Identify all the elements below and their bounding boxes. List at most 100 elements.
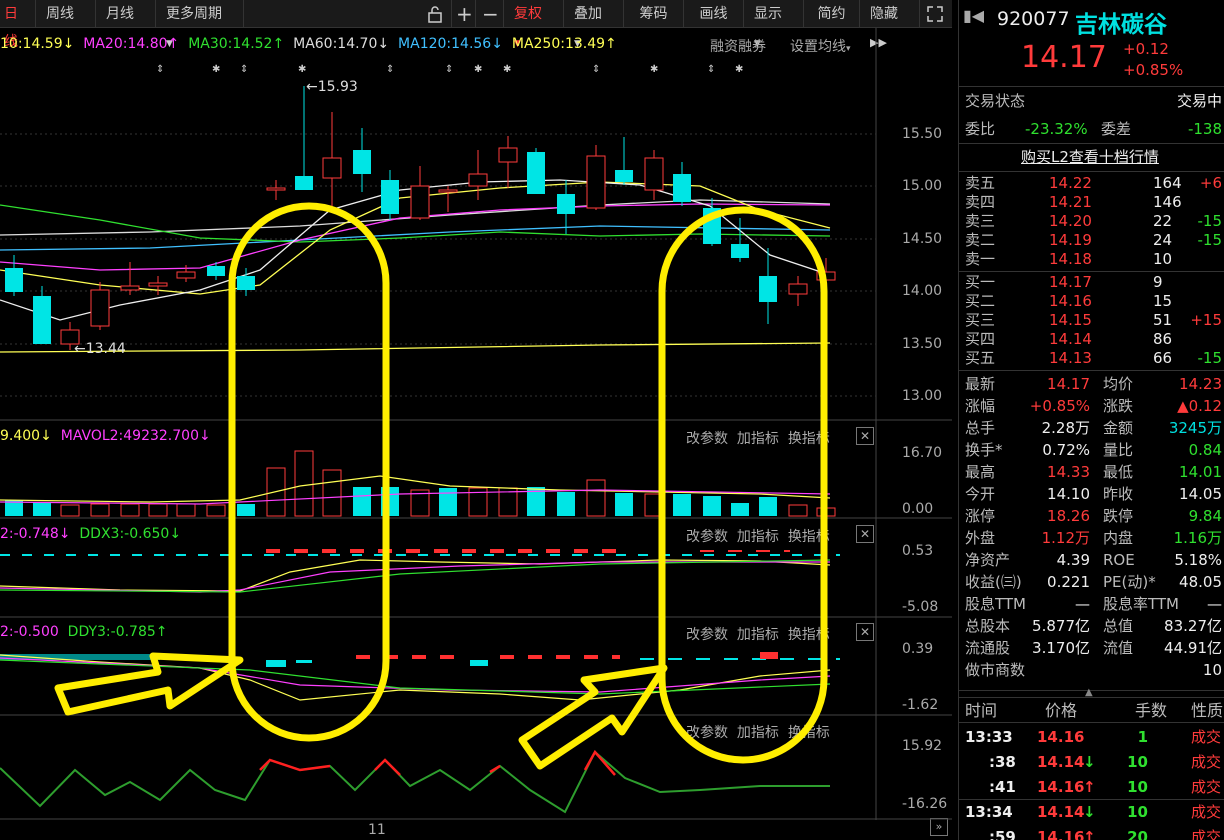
stat-value: 44.91亿 [1164,639,1222,657]
candle-body [120,285,140,291]
stat-label: 总手 [965,419,996,437]
trade-price: 14.14 [1037,803,1085,821]
book-level-label: 买五 [965,349,996,367]
high-annotation: ←15.93 [306,79,358,95]
book-level-volume: 9 [1153,273,1163,291]
chart-canvas[interactable]: ⇕ ✱ ⇕ ✱ ⇕ ⇕ ✱ ✱ ⇕ ✱ ⇕ ✱ ←15.93 ←13.44 [0,0,952,840]
weicha-label: 委差 [1101,120,1132,138]
stat-value: 14.05 [1179,485,1222,503]
svg-text:⇕: ⇕ [592,64,600,75]
trades-header-price: 价格 [1045,701,1078,720]
ind4-line [0,750,830,814]
volume-bar [60,504,80,517]
candle-body [498,147,518,163]
volume-bar [176,503,196,517]
trade-volume: 10 [1127,803,1148,821]
candle-body [295,176,313,190]
volume-bar [237,504,255,516]
candle-body [644,157,664,191]
trade-nature: 成交 [1191,753,1222,771]
trade-time: :38 [989,753,1016,771]
volume-bar [557,492,575,516]
stat-value: 10 [1202,661,1222,679]
stat-label: 外盘 [965,529,996,547]
trade-nature: 成交 [1191,778,1222,796]
candle-body [557,194,575,214]
stat-value: +0.85% [1029,397,1090,415]
book-level-change: +15 [1190,311,1222,329]
trades-header-nature: 性质 [1191,701,1224,720]
volume-bar [33,502,51,516]
trade-price: 14.16 [1037,728,1085,746]
volume-bar [615,493,633,516]
book-level-label: 买三 [965,311,996,329]
book-level-volume: 10 [1153,250,1173,268]
svg-text:⇕: ⇕ [240,64,248,75]
volume-bar [759,497,777,516]
stat-value: 83.27亿 [1164,617,1222,635]
collapse-icon[interactable]: ▮◀ [963,6,984,25]
book-level-price: 14.14 [1049,330,1092,348]
stat-label: 涨停 [965,507,996,525]
candle-body [410,185,430,219]
stat-value: 14.10 [1047,485,1090,503]
book-level-label: 卖四 [965,193,996,211]
stat-label: 做市商数 [965,661,1026,679]
l2-upgrade-link[interactable]: 购买L2查看十档行情 [1021,146,1159,168]
trade-nature: 成交 [1191,728,1222,746]
candle-body [266,187,286,191]
candle-body [148,282,168,287]
book-level-price: 14.19 [1049,231,1092,249]
volume-bar [206,504,226,517]
candle-body [33,296,51,344]
trade-time: :41 [989,778,1016,796]
stat-label: 总值 [1103,617,1134,635]
stat-label: 跌停 [1103,507,1134,525]
candle-body [237,276,255,290]
book-level-volume: 22 [1153,212,1173,230]
stat-value: 2.28万 [1041,419,1090,437]
volume-bars [5,450,836,517]
stat-value: 1.12万 [1041,529,1090,547]
low-annotation-value: 13.44 [86,341,126,357]
svg-text:⇕: ⇕ [156,64,164,75]
stat-label: 换手* [965,441,1003,459]
stock-code: 920077 [997,8,1070,30]
stat-label: 收益(㈢) [965,573,1022,591]
price-change: +0.12 [1123,40,1169,58]
candle-body [207,266,225,276]
divider [959,171,1224,172]
volume-bar [294,450,314,517]
ddx1-line [0,559,831,592]
volume-bar [120,503,140,517]
book-level-price: 14.20 [1049,212,1092,230]
svg-text:⇕: ⇕ [445,64,453,75]
stat-label: 金额 [1103,419,1134,437]
trade-time: :59 [989,828,1016,840]
book-level-price: 14.17 [1049,273,1092,291]
svg-text:✱: ✱ [735,64,743,75]
svg-text:✱: ✱ [212,64,220,75]
trade-nature: 成交 [1191,803,1222,821]
stat-label: 最新 [965,375,996,393]
trade-volume: 10 [1127,753,1148,771]
stat-label: 股息TTM [965,595,1027,613]
stat-value: 14.01 [1179,463,1222,481]
status-value: 交易中 [1176,92,1222,110]
candle-body [527,152,545,194]
trade-volume: 1 [1137,728,1148,746]
stat-value: 9.84 [1188,507,1222,525]
book-level-label: 卖五 [965,174,996,192]
volume-bar [731,503,749,516]
book-level-change: -15 [1197,231,1223,249]
candle-body [322,157,342,179]
divider [959,271,1224,272]
arrow-up-icon: ↑ [1083,778,1096,796]
weibi-value: -23.32% [1025,120,1088,138]
book-level-label: 买四 [965,330,996,348]
stat-label: 均价 [1103,375,1134,393]
stat-value: 14.23 [1179,375,1222,393]
trades-header-volume: 手数 [1135,701,1168,720]
price-change-pct: +0.85% [1123,61,1184,79]
trade-volume: 20 [1127,828,1148,840]
